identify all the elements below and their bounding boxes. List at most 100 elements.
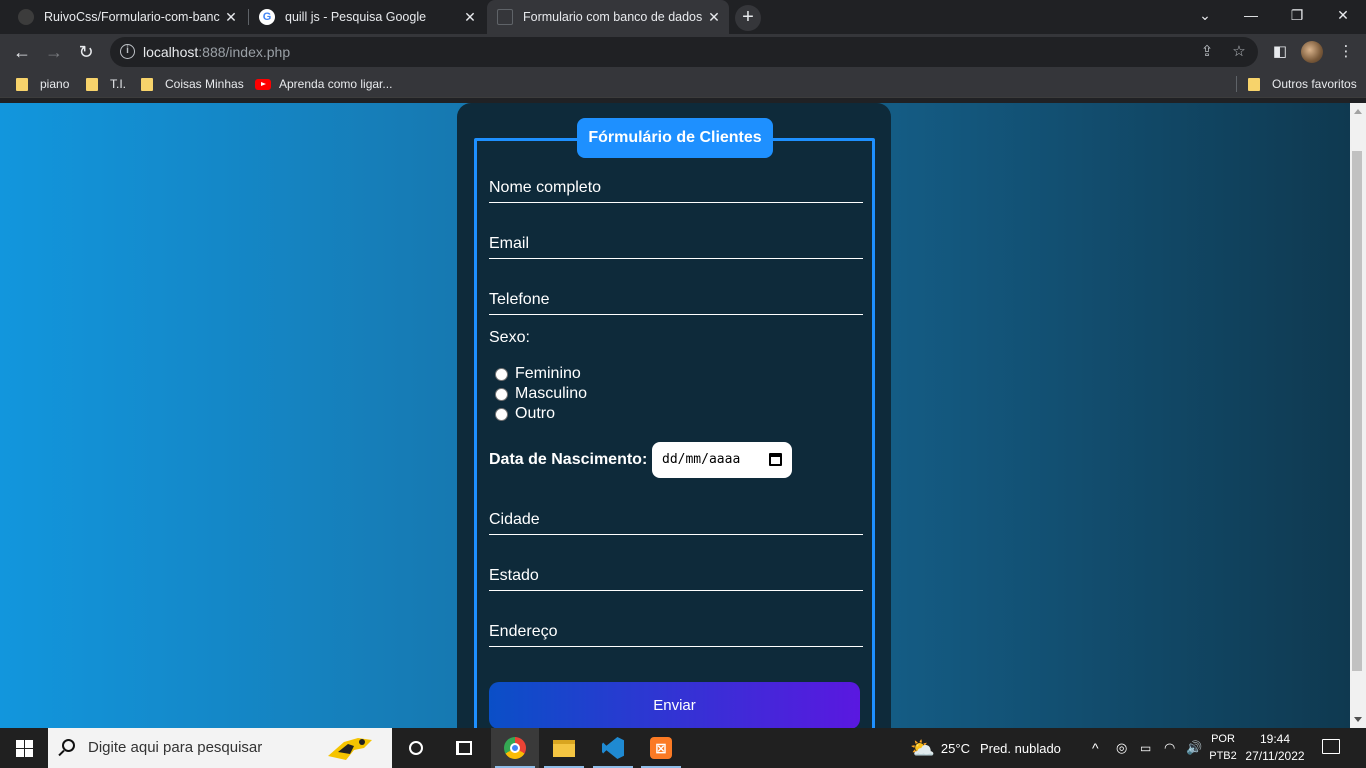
address-bar[interactable]: i localhost:888/index.php ⇪ ☆: [110, 37, 1258, 67]
weather-temp: 25°C: [940, 740, 970, 756]
bookmark-aprenda[interactable]: Aprenda como ligar...: [255, 75, 392, 93]
page-scrollbar[interactable]: [1350, 103, 1366, 728]
bookmark-outros-favoritos[interactable]: Outros favoritos: [1248, 75, 1357, 93]
nome-field[interactable]: Nome completo: [489, 173, 863, 203]
meet-now-icon[interactable]: ◎: [1116, 728, 1127, 768]
partly-cloudy-icon: ⛅: [910, 737, 935, 760]
folder-icon: [86, 77, 98, 91]
bookmark-label: Aprenda como ligar...: [279, 77, 393, 91]
browser-toolbar: ← → ↻ i localhost:888/index.php ⇪ ☆ ◧ ⋮: [0, 34, 1366, 70]
cidade-field[interactable]: Cidade: [489, 505, 863, 535]
radio-button[interactable]: [495, 387, 508, 401]
weather-desc: Pred. nublado: [979, 740, 1061, 756]
date-placeholder: dd/mm/aaaa: [662, 452, 741, 467]
bookmark-label: Coisas Minhas: [165, 77, 244, 91]
cortana-icon[interactable]: [392, 728, 440, 768]
taskbar-search-box[interactable]: Digite aqui para pesquisar: [48, 728, 392, 768]
folder-icon: [141, 77, 153, 91]
back-arrow-icon[interactable]: ←: [8, 38, 36, 66]
side-panel-icon[interactable]: ◧: [1268, 40, 1292, 64]
telefone-field[interactable]: Telefone: [489, 285, 863, 315]
restore-button[interactable]: ❐: [1274, 0, 1320, 30]
folder-icon: [16, 77, 28, 91]
radio-button[interactable]: [495, 407, 508, 421]
volume-icon[interactable]: 🔊: [1186, 728, 1202, 768]
cortana-circle: [409, 741, 423, 755]
bookmark-label: T.I.: [110, 77, 127, 91]
clock-time: 19:44: [1259, 732, 1291, 746]
windows-logo-pane: [16, 749, 24, 757]
form-card: Fórmulário de Clientes Nome completo Ema…: [457, 103, 891, 728]
wifi-icon[interactable]: ◠: [1164, 728, 1175, 768]
close-tab-icon[interactable]: ✕: [220, 9, 242, 26]
clock[interactable]: 19:44 27/11/2022: [1240, 731, 1310, 765]
estado-field[interactable]: Estado: [489, 561, 863, 591]
scroll-thumb[interactable]: [1352, 151, 1362, 671]
reload-icon[interactable]: ↻: [72, 38, 100, 66]
windows-logo-pane: [25, 740, 33, 748]
clock-date: 27/11/2022: [1245, 749, 1305, 763]
url-text[interactable]: localhost:888/index.php: [143, 44, 290, 60]
tab-search-chevron-icon[interactable]: ⌄: [1182, 0, 1228, 30]
vscode-icon[interactable]: [589, 728, 637, 768]
xampp-glyph: ⊠: [650, 737, 672, 759]
file-explorer-icon[interactable]: [540, 728, 588, 768]
page-viewport: Fórmulário de Clientes Nome completo Ema…: [0, 103, 1350, 728]
bookmarks-bar: piano T.I. Coisas Minhas Aprenda como li…: [0, 70, 1366, 98]
bookmark-star-icon[interactable]: ☆: [1229, 42, 1249, 62]
scroll-up-arrow-icon[interactable]: [1354, 109, 1362, 114]
profile-avatar[interactable]: [1301, 41, 1323, 63]
enviar-button[interactable]: Enviar: [489, 682, 860, 728]
tab-strip: RuivoCss/Formulario-com-banco ✕ G quill …: [0, 0, 1366, 34]
tab-github[interactable]: RuivoCss/Formulario-com-banco ✕: [8, 0, 246, 34]
close-tab-icon[interactable]: ✕: [459, 9, 481, 26]
minimize-button[interactable]: —: [1228, 0, 1274, 30]
bookmark-separator: [1236, 76, 1237, 92]
new-tab-button[interactable]: +: [735, 5, 761, 31]
data-nascimento-label: Data de Nascimento:: [489, 451, 648, 468]
close-window-button[interactable]: ✕: [1320, 0, 1366, 30]
email-field[interactable]: Email: [489, 229, 863, 259]
radio-button[interactable]: [495, 367, 508, 381]
url-path: :888/index.php: [198, 44, 291, 60]
form-legend: Fórmulário de Clientes: [577, 118, 773, 158]
show-hidden-icons-icon[interactable]: ^: [1092, 728, 1099, 768]
menu-kebab-icon[interactable]: ⋮: [1334, 40, 1358, 64]
notification-center-icon[interactable]: [1322, 739, 1340, 754]
radio-outro[interactable]: Outro: [495, 404, 555, 424]
xampp-icon[interactable]: ⊠: [637, 728, 685, 768]
task-view-glyph: [456, 741, 472, 755]
endereco-field[interactable]: Endereço: [489, 617, 863, 647]
scroll-down-arrow-icon[interactable]: [1354, 717, 1362, 722]
tab-formulario[interactable]: Formulario com banco de dados ✕: [487, 0, 729, 34]
keyboard-layout: PTB2: [1209, 750, 1237, 762]
sexo-label: Sexo:: [489, 329, 530, 346]
task-view-icon[interactable]: [440, 728, 488, 768]
folder-taskbar-icon: [553, 739, 575, 757]
github-icon: [18, 9, 34, 25]
radio-feminino[interactable]: Feminino: [495, 364, 581, 384]
site-info-icon[interactable]: i: [120, 44, 135, 59]
radio-masculino[interactable]: Masculino: [495, 384, 587, 404]
telefone-label: Telefone: [489, 291, 550, 308]
battery-icon[interactable]: ▭: [1140, 728, 1151, 768]
chrome-taskbar-icon[interactable]: [491, 728, 539, 768]
windows-start-button[interactable]: [0, 728, 48, 768]
forward-arrow-icon[interactable]: →: [40, 38, 68, 66]
lang-code: POR: [1211, 733, 1235, 745]
search-placeholder: Digite aqui para pesquisar: [88, 739, 263, 756]
google-icon: G: [259, 9, 275, 25]
tab-google[interactable]: G quill js - Pesquisa Google ✕: [249, 0, 485, 34]
url-host: localhost: [143, 44, 199, 60]
weather-widget[interactable]: ⛅ 25°C Pred. nublado: [910, 728, 1061, 768]
share-icon[interactable]: ⇪: [1197, 42, 1217, 62]
bookmark-piano[interactable]: piano: [16, 75, 69, 93]
close-tab-icon[interactable]: ✕: [703, 9, 725, 26]
language-indicator[interactable]: POR PTB2: [1206, 731, 1240, 765]
tab-title: RuivoCss/Formulario-com-banco: [44, 10, 220, 24]
calendar-icon[interactable]: [769, 453, 782, 466]
data-nascimento-input[interactable]: dd/mm/aaaa: [652, 442, 792, 478]
tab-title: Formulario com banco de dados: [523, 10, 703, 24]
bookmark-ti[interactable]: T.I.: [86, 75, 126, 93]
bookmark-coisas-minhas[interactable]: Coisas Minhas: [141, 75, 244, 93]
